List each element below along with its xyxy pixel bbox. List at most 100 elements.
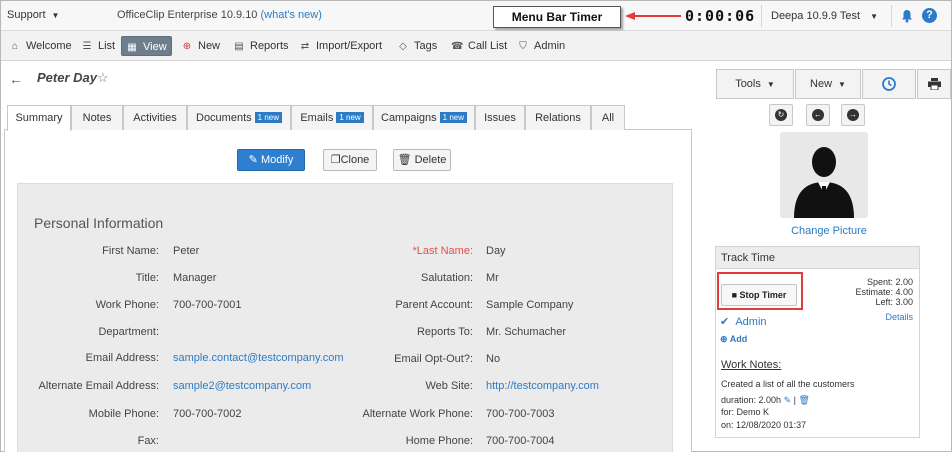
user-menu[interactable]: Deepa 10.9.9 Test ▼ (771, 10, 878, 22)
field-label: Mobile Phone: (88, 408, 159, 420)
next-record-button[interactable]: → (841, 104, 865, 126)
add-link[interactable]: ⊕ Add (720, 334, 747, 345)
details-link[interactable]: Details (861, 312, 913, 322)
history-button[interactable] (862, 69, 916, 99)
field-label: Department: (98, 326, 159, 338)
field-label: Alternate Email Address: (38, 380, 159, 392)
new-badge: 1 new (254, 112, 282, 123)
user-label: Deepa 10.9.9 Test (771, 10, 861, 22)
clone-button[interactable]: ❐Clone (323, 149, 377, 171)
field-value: Sample Company (486, 299, 574, 311)
field-label: Work Phone: (95, 299, 159, 311)
back-arrow-icon[interactable]: ← (9, 71, 23, 87)
new-dropdown-button[interactable]: New ▼ (795, 69, 861, 99)
nav-item-tags[interactable]: ◇ Tags (393, 36, 441, 56)
nav-item-list[interactable]: ☰ List (77, 36, 119, 56)
field-label: Title: (135, 272, 159, 284)
field-value: 700-700-7001 (173, 299, 242, 311)
record-title: Peter Day (37, 70, 97, 85)
modify-label: Modify (260, 154, 294, 166)
website-link[interactable]: http://testcompany.com (486, 380, 599, 392)
caret-down-icon: ▼ (870, 12, 879, 21)
whats-new-link[interactable]: (what's new) (261, 9, 322, 21)
plus-circle-icon: ⊕ (720, 334, 728, 344)
tag-icon: ◇ (399, 41, 407, 52)
tools-button[interactable]: Tools ▼ (716, 69, 794, 99)
tab-label: All (601, 112, 615, 124)
print-button[interactable] (917, 69, 951, 99)
tab-label: Emails (300, 112, 334, 124)
work-note-text: Created a list of all the customers (721, 379, 855, 389)
tab-campaigns[interactable]: Campaigns 1 new (373, 105, 475, 130)
work-note-for: for: Demo K (721, 407, 770, 417)
tab-all[interactable]: All (591, 105, 625, 130)
alternate-email-link[interactable]: sample2@testcompany.com (173, 380, 311, 392)
support-menu[interactable]: Support ▼ (7, 9, 59, 21)
tab-label: Issues (484, 112, 516, 124)
spent-value: Spent: 2.00 (866, 277, 913, 287)
owner-label: Admin (735, 316, 767, 328)
add-label: Add (729, 334, 748, 344)
delete-button[interactable]: 🗑 Delete (393, 149, 451, 171)
tab-label: Notes (82, 112, 112, 124)
new-badge: 1 new (439, 112, 467, 123)
email-link[interactable]: sample.contact@testcompany.com (173, 352, 344, 364)
tab-activities[interactable]: Activities (123, 105, 187, 130)
bell-icon[interactable] (900, 9, 914, 23)
nav-item-import-export[interactable]: ⇄ Import/Export (295, 36, 386, 56)
tab-notes[interactable]: Notes (71, 105, 123, 130)
trash-icon[interactable]: 🗑 (798, 395, 809, 405)
tab-issues[interactable]: Issues (475, 105, 525, 130)
work-notes-title: Work Notes: (721, 359, 782, 371)
field-value: Peter (173, 245, 200, 257)
caret-down-icon: ▼ (51, 11, 60, 20)
nav-bar: ⌂ Welcome ☰ List ▦ View ⊕ New ▤ Reports ⇄ Impo… (1, 31, 951, 61)
refresh-button[interactable]: ↻ (769, 104, 793, 126)
nav-item-new[interactable]: ⊕ New (177, 36, 224, 56)
nav-label: List (98, 40, 116, 52)
stop-timer-button[interactable]: ■ Stop Timer (721, 284, 797, 306)
clone-label: Clone (340, 154, 370, 166)
section-title: Personal Information (34, 215, 164, 231)
trash-icon: 🗑 (397, 154, 412, 166)
tab-summary[interactable]: Summary (7, 105, 71, 131)
tab-label: Relations (535, 112, 581, 124)
nav-label: New (198, 40, 221, 52)
field-value: Manager (173, 272, 217, 284)
nav-item-call-list[interactable]: ☎ Call List (447, 36, 511, 56)
pencil-icon: ✎ (248, 154, 258, 166)
pencil-icon[interactable]: ✎ (784, 395, 792, 405)
field-label: First Name: (102, 245, 159, 257)
field-label: Salutation: (421, 272, 473, 284)
history-icon (882, 77, 896, 91)
list-icon: ☰ (82, 41, 92, 52)
field-label: Alternate Work Phone: (362, 408, 473, 420)
previous-record-button[interactable]: ← (806, 104, 830, 126)
nav-item-reports[interactable]: ▤ Reports (229, 36, 293, 56)
product-name: OfficeClip Enterprise 10.9.10 (117, 9, 258, 21)
owner-link[interactable]: ✔ Admin (720, 315, 767, 328)
import-export-icon: ⇄ (300, 41, 310, 52)
print-icon (927, 78, 941, 91)
tab-emails[interactable]: Emails 1 new (291, 105, 373, 130)
menu-bar-timer[interactable]: 0:00:06 (685, 7, 755, 25)
nav-item-welcome[interactable]: ⌂ Welcome (5, 36, 76, 56)
tab-relations[interactable]: Relations (525, 105, 591, 130)
callout-arrow-icon (625, 12, 681, 20)
nav-item-view[interactable]: ▦ View (121, 36, 172, 56)
delete-label: Delete (414, 154, 447, 166)
help-icon[interactable]: ? (922, 8, 937, 23)
star-icon[interactable]: ☆ (97, 70, 109, 86)
field-value: No (486, 353, 501, 365)
field-label: Fax: (137, 435, 159, 447)
new-label: New (810, 78, 833, 90)
field-value: 700-700-7002 (173, 408, 242, 420)
modify-button[interactable]: ✎ Modify (237, 149, 305, 171)
field-label: Email Address: (85, 352, 159, 364)
field-value: 700-700-7004 (486, 435, 555, 447)
tab-documents[interactable]: Documents 1 new (187, 105, 291, 130)
refresh-icon: ↻ (775, 109, 787, 122)
tools-label: Tools (735, 78, 761, 90)
change-picture-link[interactable]: Change Picture (781, 225, 877, 237)
nav-item-admin[interactable]: ⛉ Admin (513, 36, 569, 56)
